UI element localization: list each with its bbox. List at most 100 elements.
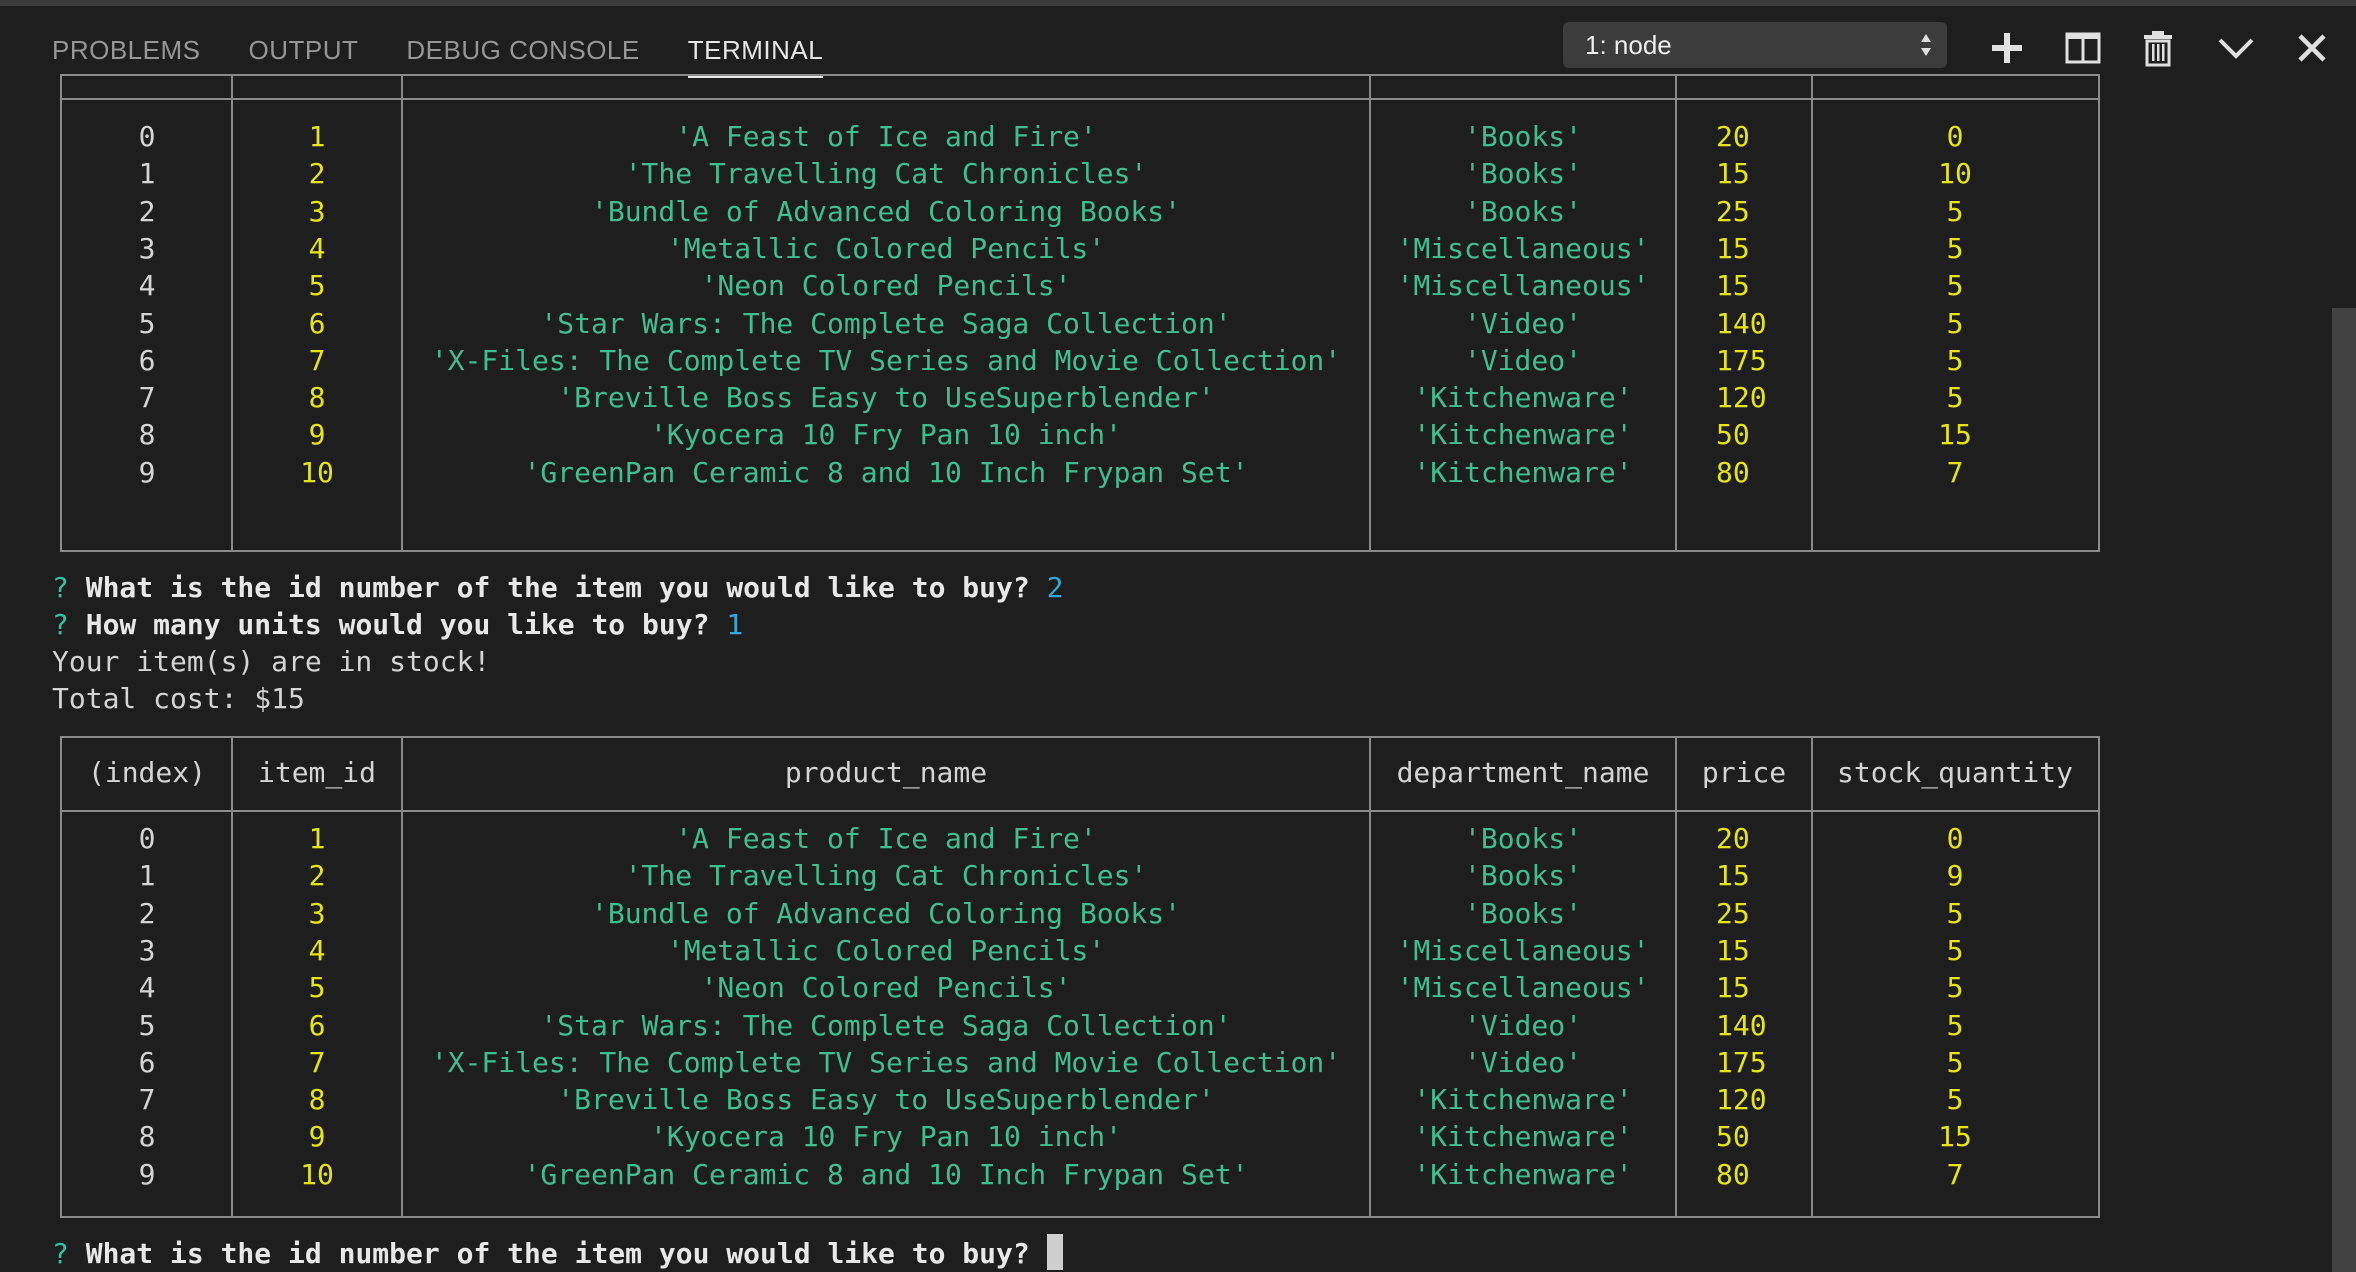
cell-price: 15	[1716, 157, 1750, 191]
cell-price: 50	[1716, 1120, 1750, 1154]
prompt-line-3: ? What is the id number of the item you …	[52, 1234, 1063, 1272]
cell-item-id: 6	[308, 306, 326, 340]
cell-stock-quantity: 5	[1946, 933, 1964, 967]
cell-price: 15	[1716, 933, 1750, 967]
cell-item-id: 2	[308, 859, 326, 893]
cell-index: 5	[138, 1008, 156, 1042]
cell-stock-quantity: 15	[1938, 1120, 1972, 1154]
cell-product-name: 'GreenPan Ceramic 8 and 10 Inch Frypan S…	[523, 1157, 1249, 1191]
cell-department-name: 'Video'	[1463, 306, 1582, 340]
cell-item-id: 6	[308, 1008, 326, 1042]
cell-stock-quantity: 7	[1946, 455, 1964, 489]
trash-icon[interactable]	[2138, 28, 2178, 68]
cell-department-name: 'Miscellaneous'	[1396, 269, 1650, 303]
cell-product-name: 'Kyocera 10 Fry Pan 10 inch'	[649, 418, 1122, 452]
cell-product-name: 'Metallic Colored Pencils'	[666, 933, 1106, 967]
cell-price: 25	[1716, 896, 1750, 930]
cell-price: 175	[1716, 1045, 1767, 1079]
cell-stock-quantity: 5	[1946, 1045, 1964, 1079]
header-price: price	[1701, 756, 1787, 789]
cell-item-id: 10	[300, 455, 334, 489]
terminal-selector-value: 1: node	[1585, 29, 1672, 60]
cell-department-name: 'Kitchenware'	[1413, 455, 1633, 489]
cell-department-name: 'Books'	[1463, 194, 1582, 228]
cell-department-name: 'Video'	[1463, 343, 1582, 377]
cell-product-name: 'X-Files: The Complete TV Series and Mov…	[430, 1045, 1342, 1079]
cell-price: 15	[1716, 231, 1750, 265]
terminal-selector[interactable]: 1: node	[1563, 22, 1947, 68]
cell-item-id: 3	[308, 194, 326, 228]
cell-department-name: 'Kitchenware'	[1413, 381, 1633, 415]
cell-product-name: 'Breville Boss Easy to UseSuperblender'	[557, 381, 1215, 415]
cell-department-name: 'Books'	[1463, 120, 1582, 153]
cell-index: 9	[138, 1157, 156, 1191]
cell-price: 120	[1716, 1083, 1767, 1117]
cell-department-name: 'Books'	[1463, 859, 1582, 893]
cell-index: 7	[138, 1083, 156, 1117]
cell-price: 25	[1716, 194, 1750, 228]
cell-department-name: 'Kitchenware'	[1413, 1120, 1633, 1154]
cell-product-name: 'Neon Colored Pencils'	[700, 269, 1072, 303]
cell-stock-quantity: 7	[1946, 1157, 1964, 1191]
cell-index: 7	[138, 381, 156, 415]
cell-department-name: 'Miscellaneous'	[1396, 971, 1650, 1005]
terminal-scrollbar[interactable]	[2332, 308, 2356, 1272]
cell-department-name: 'Kitchenware'	[1413, 1157, 1633, 1191]
cell-product-name: 'Kyocera 10 Fry Pan 10 inch'	[649, 1120, 1122, 1154]
cell-index: 1	[138, 157, 156, 191]
cell-product-name: 'Breville Boss Easy to UseSuperblender'	[557, 1083, 1215, 1117]
cell-item-id: 4	[308, 933, 326, 967]
stock-message: Your item(s) are in stock!	[52, 645, 491, 678]
plus-icon[interactable]	[1987, 28, 2027, 68]
cell-price: 140	[1716, 1008, 1767, 1042]
cell-index: 4	[138, 269, 156, 303]
cell-product-name: 'The Travelling Cat Chronicles'	[624, 859, 1148, 893]
select-arrows-icon	[1921, 34, 1931, 56]
cell-index: 3	[138, 933, 156, 967]
cell-product-name: 'The Travelling Cat Chronicles'	[624, 157, 1148, 191]
cell-price: 50	[1716, 418, 1750, 452]
cell-index: 2	[138, 194, 156, 228]
cell-department-name: 'Video'	[1463, 1045, 1582, 1079]
cell-index: 0	[138, 120, 156, 153]
header-department-name: department_name	[1396, 756, 1650, 789]
terminal-cursor	[1046, 1234, 1063, 1270]
table-before-purchase: 0 1 'A Feast of Ice and Fire' 'Books' 20 0 1 2 '…	[60, 74, 2100, 552]
cell-index: 5	[138, 306, 156, 340]
cell-item-id: 5	[308, 971, 326, 1005]
cell-index: 8	[138, 418, 156, 452]
cell-stock-quantity: 5	[1946, 1008, 1964, 1042]
cell-item-id: 2	[308, 157, 326, 191]
cell-stock-quantity: 15	[1938, 418, 1972, 452]
cell-stock-quantity: 5	[1946, 306, 1964, 340]
cell-index: 3	[138, 231, 156, 265]
cell-index: 4	[138, 971, 156, 1005]
header-index: (index)	[87, 756, 206, 789]
cell-product-name: 'Bundle of Advanced Coloring Books'	[590, 896, 1181, 930]
cell-stock-quantity: 5	[1946, 896, 1964, 930]
cell-department-name: 'Video'	[1463, 1008, 1582, 1042]
cell-product-name: 'Bundle of Advanced Coloring Books'	[590, 194, 1181, 228]
cell-item-id: 8	[308, 1083, 326, 1117]
cell-price: 20	[1716, 822, 1750, 855]
cell-item-id: 10	[300, 1157, 334, 1191]
cell-product-name: 'GreenPan Ceramic 8 and 10 Inch Frypan S…	[523, 455, 1249, 489]
terminal-content[interactable]: 0 1 'A Feast of Ice and Fire' 'Books' 20 0 1 2 '…	[0, 74, 2330, 1272]
cell-index: 8	[138, 1120, 156, 1154]
cell-product-name: 'Metallic Colored Pencils'	[666, 231, 1106, 265]
cell-index: 6	[138, 1045, 156, 1079]
close-icon[interactable]	[2292, 28, 2332, 68]
cell-stock-quantity: 5	[1946, 343, 1964, 377]
chevron-down-icon[interactable]	[2216, 28, 2256, 68]
cell-product-name: 'Star Wars: The Complete Saga Collection…	[540, 306, 1232, 340]
cell-department-name: 'Kitchenware'	[1413, 1083, 1633, 1117]
prompt-line-2: ? How many units would you like to buy? …	[52, 608, 744, 641]
cell-product-name: 'A Feast of Ice and Fire'	[675, 120, 1097, 153]
cell-item-id: 1	[308, 822, 326, 855]
cell-price: 20	[1716, 120, 1750, 153]
cell-price: 15	[1716, 859, 1750, 893]
split-terminal-icon[interactable]	[2063, 28, 2103, 68]
cell-price: 80	[1716, 455, 1750, 489]
cell-product-name: 'X-Files: The Complete TV Series and Mov…	[430, 343, 1342, 377]
cell-price: 175	[1716, 343, 1767, 377]
